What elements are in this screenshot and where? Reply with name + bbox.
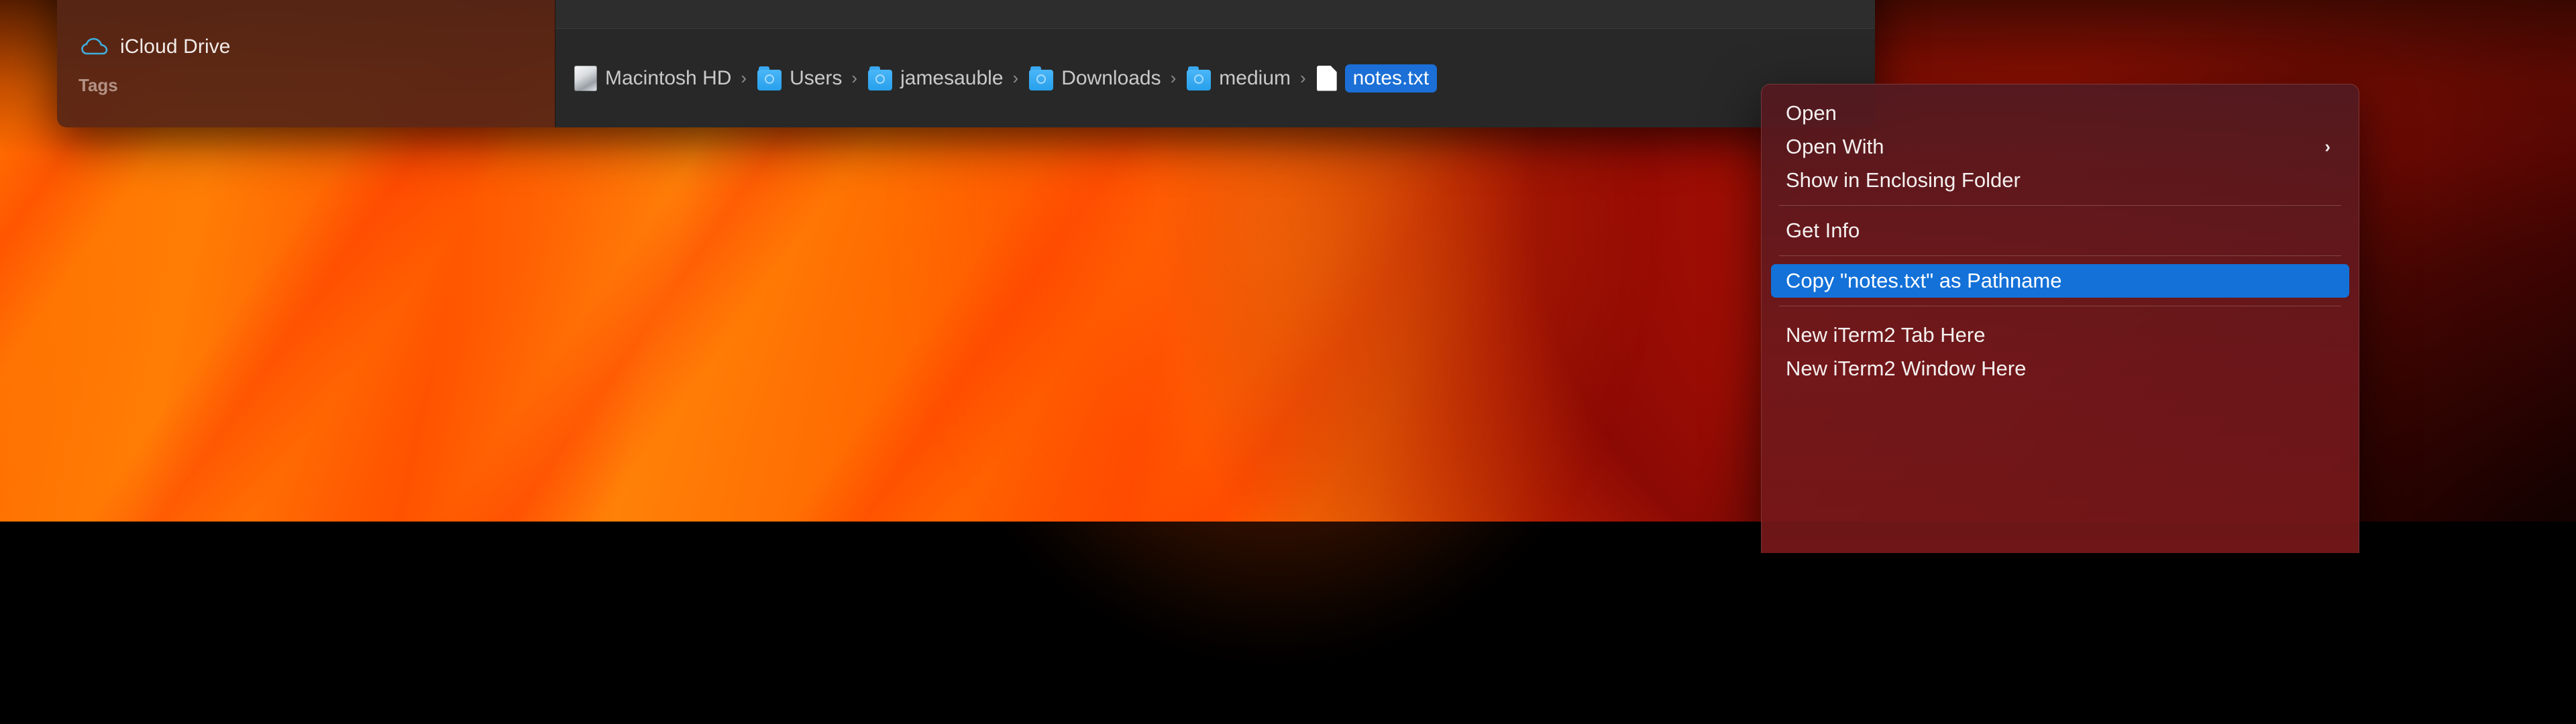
menu-item-label: Get Info	[1786, 219, 1860, 243]
breadcrumb-users[interactable]: Users	[757, 66, 842, 90]
breadcrumb-notes-txt[interactable]: notes.txt	[1317, 64, 1437, 93]
menu-item-open-with[interactable]: Open With ›	[1771, 130, 2349, 164]
menu-item-label: Copy "notes.txt" as Pathname	[1786, 269, 2061, 293]
breadcrumb-separator-icon: ›	[1300, 68, 1306, 88]
finder-sidebar: iCloud Drive Tags	[57, 0, 555, 127]
menu-separator	[1779, 205, 2341, 206]
finder-context-menu[interactable]: Open Open With › Show in Enclosing Folde…	[1761, 84, 2359, 553]
menu-item-get-info[interactable]: Get Info	[1771, 214, 2349, 247]
breadcrumb-separator-icon: ›	[851, 68, 857, 88]
menu-item-new-iterm2-window-here[interactable]: New iTerm2 Window Here	[1771, 352, 2349, 385]
finder-window: iCloud Drive Tags Macintosh HD › Users ›…	[57, 0, 1875, 127]
folder-icon	[868, 66, 892, 90]
finder-content-area: Macintosh HD › Users › jamesauble › Down…	[555, 0, 1875, 127]
sidebar-item-icloud-drive[interactable]: iCloud Drive	[64, 28, 548, 66]
breadcrumb-jamesauble[interactable]: jamesauble	[868, 66, 1003, 90]
menu-item-label: Open	[1786, 101, 1837, 125]
breadcrumb-separator-icon: ›	[1171, 68, 1177, 88]
folder-icon	[1187, 66, 1211, 90]
breadcrumb-downloads[interactable]: Downloads	[1029, 66, 1161, 90]
menu-separator	[1779, 255, 2341, 256]
breadcrumb-label: Downloads	[1061, 67, 1161, 90]
chevron-right-icon: ›	[2324, 137, 2330, 158]
breadcrumb-separator-icon: ›	[1013, 68, 1019, 88]
sidebar-item-label: iCloud Drive	[120, 36, 231, 58]
menu-item-label: New iTerm2 Window Here	[1786, 357, 2026, 381]
finder-file-list[interactable]	[555, 0, 1875, 28]
breadcrumb-label: notes.txt	[1345, 64, 1437, 93]
folder-icon	[1029, 66, 1053, 90]
menu-item-label: Open With	[1786, 135, 1884, 159]
breadcrumb-label: medium	[1219, 67, 1291, 90]
menu-item-open[interactable]: Open	[1771, 97, 2349, 130]
breadcrumb-separator-icon: ›	[741, 68, 747, 88]
breadcrumb-label: jamesauble	[900, 67, 1003, 90]
menu-item-new-iterm2-tab-here[interactable]: New iTerm2 Tab Here	[1771, 318, 2349, 352]
hard-drive-icon	[574, 66, 597, 91]
breadcrumb-label: Macintosh HD	[605, 67, 731, 90]
sidebar-section-header-tags: Tags	[57, 75, 555, 96]
menu-item-copy-as-pathname[interactable]: Copy "notes.txt" as Pathname	[1771, 264, 2349, 298]
finder-path-bar[interactable]: Macintosh HD › Users › jamesauble › Down…	[555, 28, 1875, 127]
folder-icon	[757, 66, 782, 90]
breadcrumb-macintosh-hd[interactable]: Macintosh HD	[574, 66, 731, 91]
breadcrumb-label: Users	[790, 67, 842, 90]
icloud-drive-icon	[81, 37, 108, 57]
menu-item-label: New iTerm2 Tab Here	[1786, 323, 1985, 347]
menu-item-label: Show in Enclosing Folder	[1786, 168, 2021, 192]
document-icon	[1317, 66, 1337, 91]
menu-item-show-in-enclosing-folder[interactable]: Show in Enclosing Folder	[1771, 164, 2349, 197]
breadcrumb-medium[interactable]: medium	[1187, 66, 1291, 90]
